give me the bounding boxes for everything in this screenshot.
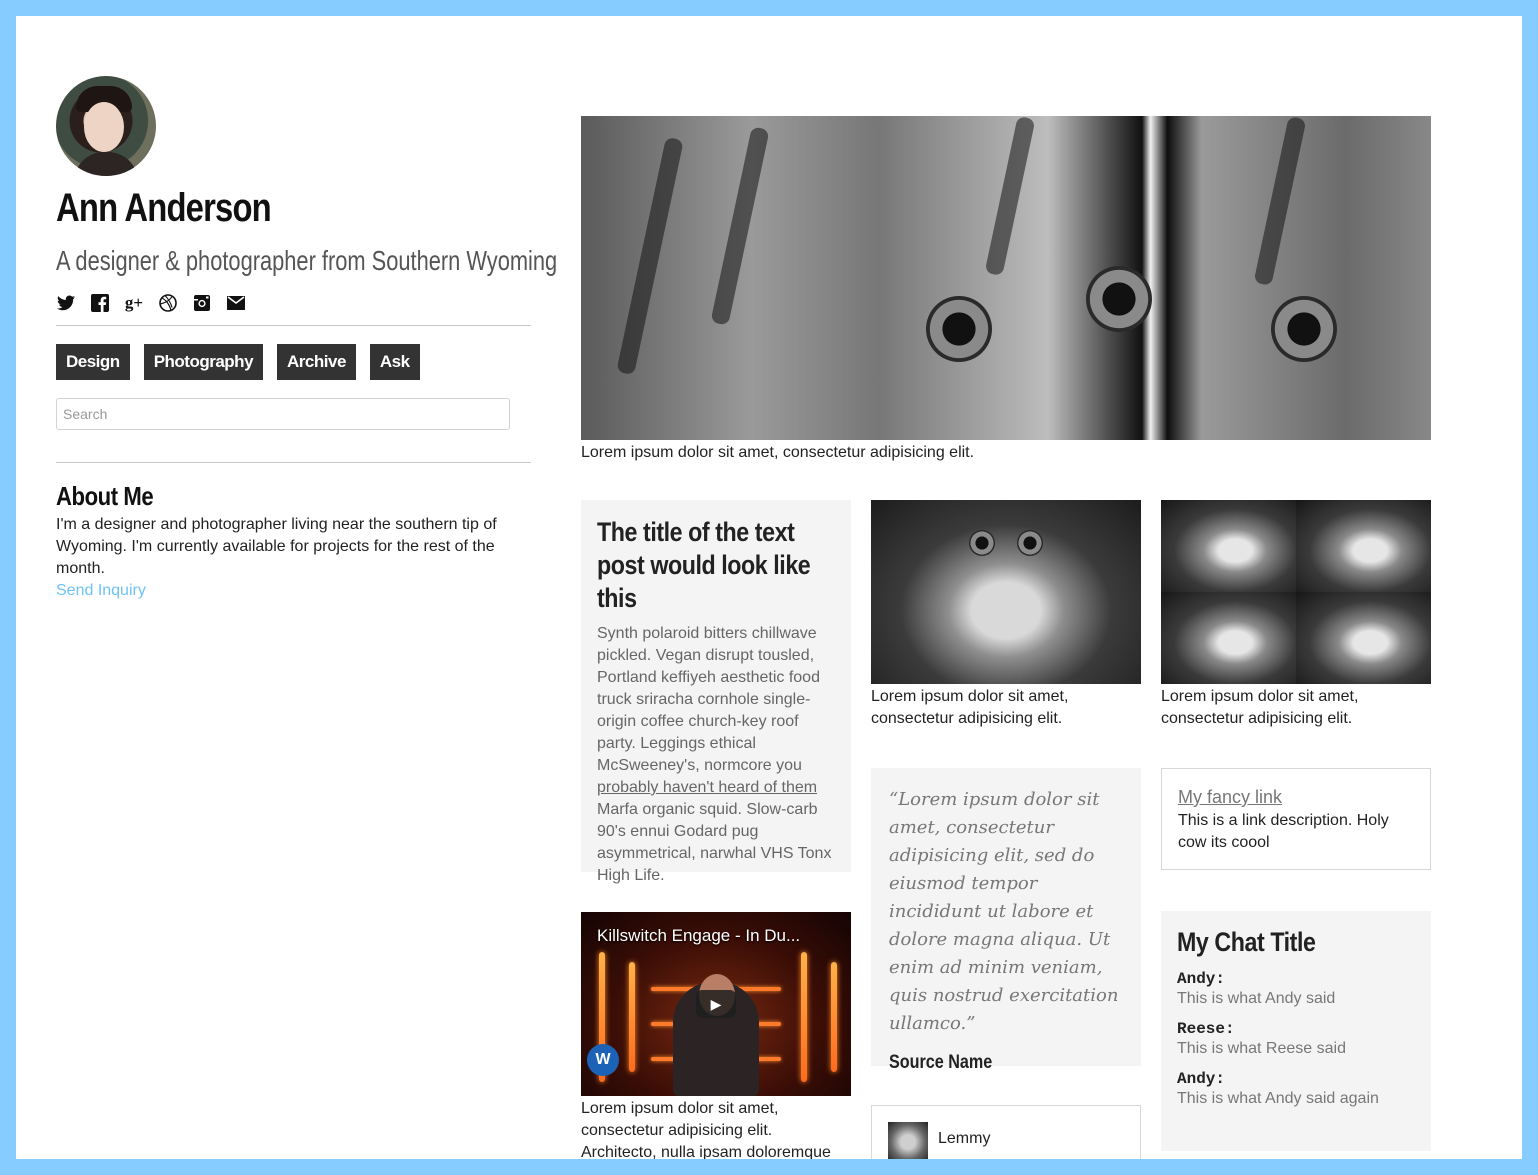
- audio-artist: Lemmy: [938, 1130, 991, 1147]
- chat-speaker: Andy:: [1177, 1070, 1226, 1088]
- photoset-tile[interactable]: [1296, 500, 1431, 592]
- kitten-eye: [1271, 296, 1337, 362]
- nav-design-button[interactable]: Design: [56, 344, 130, 380]
- nav-photography-button[interactable]: Photography: [143, 344, 264, 380]
- photo-post-2-caption: Lorem ipsum dolor sit amet, consectetur …: [1161, 688, 1359, 727]
- site-tagline: A designer & photographer from Southern …: [56, 245, 558, 276]
- album-art[interactable]: [888, 1122, 928, 1159]
- stage-light: [831, 962, 837, 1072]
- main-nav: Design Photography Archive Ask: [56, 344, 531, 380]
- chat-speaker: Reese:: [1177, 1020, 1235, 1038]
- video-post: Killswitch Engage - In Du... ▶ W Lorem i…: [581, 912, 851, 1159]
- channel-logo-icon[interactable]: W: [587, 1044, 619, 1076]
- hero-kitten-image[interactable]: [581, 116, 1431, 440]
- instagram-icon[interactable]: [192, 293, 212, 313]
- sidebar: Ann Anderson A designer & photographer f…: [56, 76, 558, 600]
- kitten-eye: [1086, 266, 1152, 332]
- search-input[interactable]: [56, 398, 510, 430]
- chat-speaker: Andy:: [1177, 970, 1226, 988]
- video-caption: Lorem ipsum dolor sit amet, consectetur …: [581, 1100, 831, 1159]
- about-title: About Me: [56, 481, 154, 511]
- site-title[interactable]: Ann Anderson: [56, 186, 446, 231]
- chat-title[interactable]: My Chat Title: [1177, 927, 1382, 958]
- about-text: I'm a designer and photographer living n…: [56, 516, 497, 577]
- video-title[interactable]: Killswitch Engage - In Du...: [597, 926, 800, 946]
- text-post-title[interactable]: The title of the text post would look li…: [597, 516, 829, 615]
- chat-post: My Chat Title Andy: This is what Andy sa…: [1161, 911, 1431, 1151]
- hero-caption: Lorem ipsum dolor sit amet, consectetur …: [581, 444, 975, 461]
- stage-light: [801, 952, 807, 1082]
- facebook-icon[interactable]: [90, 293, 110, 313]
- fur-stripe: [1253, 116, 1307, 287]
- sidebar-divider: [56, 325, 531, 326]
- text-post-body-end: Marfa organic squid. Slow-carb 90's ennu…: [597, 801, 832, 884]
- stage-light: [629, 962, 635, 1072]
- fur-stripe: [710, 126, 770, 326]
- social-links: g+: [56, 293, 531, 313]
- nav-archive-button[interactable]: Archive: [277, 344, 356, 380]
- fur-stripe: [616, 136, 684, 376]
- fur-stripe: [984, 116, 1036, 277]
- photoset-tile[interactable]: [1161, 592, 1296, 684]
- nav-ask-button[interactable]: Ask: [369, 344, 420, 380]
- photoset-tile[interactable]: [1161, 500, 1296, 592]
- chat-message: This is what Andy said: [1177, 990, 1336, 1007]
- kitten-eye: [1017, 530, 1043, 556]
- text-post: The title of the text post would look li…: [581, 500, 851, 884]
- kitten-eye: [969, 530, 995, 556]
- quote-post: “Lorem ipsum dolor sit amet, consectetur…: [871, 768, 1141, 1073]
- avatar[interactable]: [56, 76, 156, 176]
- text-post-body-start: Synth polaroid bitters chillwave pickled…: [597, 625, 820, 774]
- chat-message: This is what Andy said again: [1177, 1090, 1379, 1107]
- photo-post-1-caption: Lorem ipsum dolor sit amet, consectetur …: [871, 688, 1069, 727]
- google-plus-icon[interactable]: g+: [124, 293, 144, 313]
- mail-icon[interactable]: [226, 293, 246, 313]
- video-player[interactable]: Killswitch Engage - In Du... ▶ W: [581, 912, 851, 1096]
- text-post-inline-link[interactable]: probably haven't heard of them: [597, 779, 817, 796]
- sidebar-divider-2: [56, 462, 531, 463]
- photoset-tile[interactable]: [1296, 592, 1431, 684]
- avatar-body: [74, 152, 138, 176]
- photoset-grid[interactable]: [1161, 500, 1431, 684]
- audio-post: Lemmy: [871, 1105, 1141, 1159]
- kitten-eye: [926, 296, 992, 362]
- link-post: My fancy link This is a link description…: [1161, 768, 1431, 870]
- photoset-post: Lorem ipsum dolor sit amet, consectetur …: [1161, 500, 1431, 730]
- quote-text: “Lorem ipsum dolor sit amet, consectetur…: [889, 789, 1119, 1034]
- hero-photo-post: Lorem ipsum dolor sit amet, consectetur …: [581, 116, 1431, 464]
- quote-source: Source Name: [889, 1052, 993, 1073]
- page-frame: Ann Anderson A designer & photographer f…: [16, 16, 1522, 1159]
- dribbble-icon[interactable]: [158, 293, 178, 313]
- send-inquiry-link[interactable]: Send Inquiry: [56, 582, 146, 600]
- link-post-description: This is a link description. Holy cow its…: [1178, 812, 1389, 851]
- twitter-icon[interactable]: [56, 293, 76, 313]
- text-post-body: Synth polaroid bitters chillwave pickled…: [597, 623, 835, 887]
- play-icon[interactable]: ▶: [696, 990, 736, 1018]
- avatar-face: [84, 102, 124, 152]
- chat-message: This is what Reese said: [1177, 1040, 1346, 1057]
- link-post-title[interactable]: My fancy link: [1178, 787, 1282, 807]
- kitten-photo[interactable]: [871, 500, 1141, 684]
- photo-post-kitten: Lorem ipsum dolor sit amet, consectetur …: [871, 500, 1141, 730]
